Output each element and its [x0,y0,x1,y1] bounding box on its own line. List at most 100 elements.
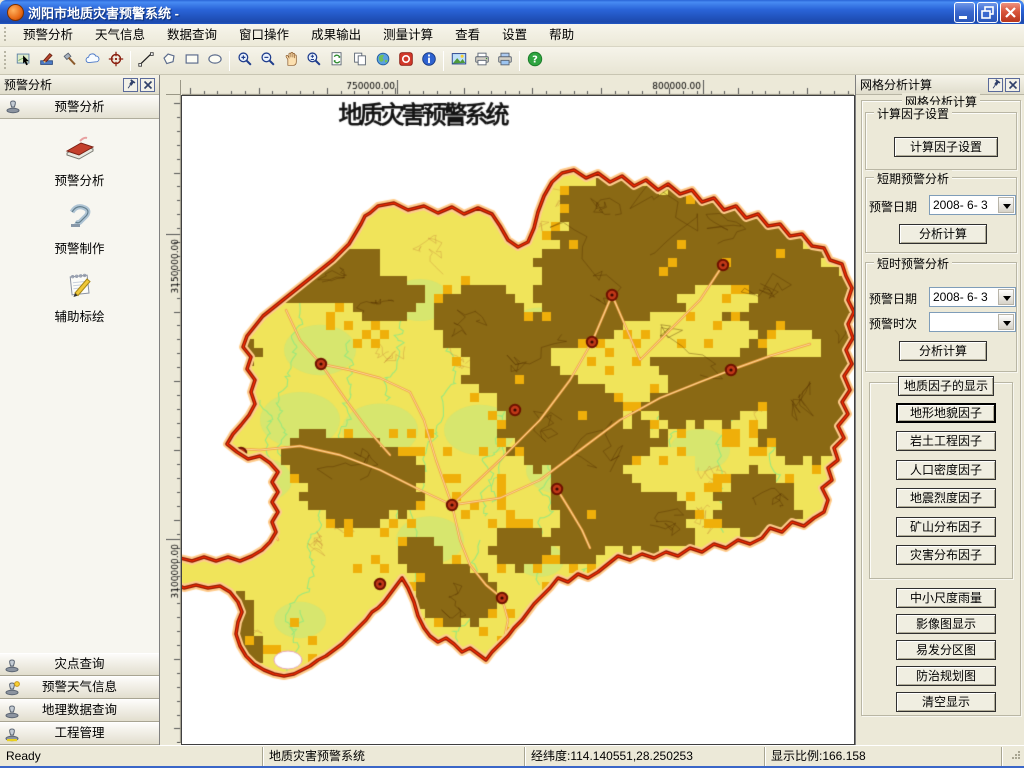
layout-brush-button[interactable] [35,49,58,72]
menu-item-5[interactable]: 成果输出 [300,24,372,46]
restore-button[interactable] [977,2,998,23]
close-button[interactable] [1000,2,1021,23]
extra-button-1[interactable]: 中小尺度雨量 [896,588,996,608]
refresh-view-icon [328,50,346,71]
left-section-bar-1[interactable]: 灾点查询 [0,653,159,676]
factor-button-1[interactable]: 地形地貌因子 [896,403,996,423]
draw-line-button[interactable] [134,49,157,72]
chevron-down-icon[interactable] [998,289,1014,305]
left-tool-label: 预警制作 [0,238,159,257]
zoom-extent-button[interactable] [302,49,325,72]
zoom-extent-icon [305,50,323,71]
status-section-4: 显示比例:166.158 [765,747,1002,766]
right-panel-pin-button[interactable] [988,78,1003,92]
menu-item-9[interactable]: 帮助 [538,24,585,46]
toolbar-grip[interactable] [3,51,8,70]
export-image-icon [450,50,468,71]
title-bar[interactable]: 浏阳市地质灾害预警系统 - [0,0,1024,24]
left-section-label: 预警天气信息 [0,677,159,698]
right-panel-header: 网格分析计算 [856,75,1024,95]
zoom-in-button[interactable] [233,49,256,72]
nowcast-date-value: 2008- 6- 3 [933,290,988,304]
left-tool-aux-draw[interactable]: 辅助标绘 [0,267,159,325]
aux-draw-icon [63,267,97,304]
left-panel-close-button[interactable] [140,78,155,92]
nowcast-date-combo[interactable]: 2008- 6- 3 [929,287,1016,307]
hammer-tool-icon [61,50,79,71]
left-tool-label: 辅助标绘 [0,306,159,325]
map-canvas[interactable] [182,96,854,744]
menu-item-1[interactable]: 预警分析 [12,24,84,46]
menu-grip[interactable] [3,27,8,42]
export-image-button[interactable] [447,49,470,72]
hammer-tool-button[interactable] [58,49,81,72]
extra-button-4[interactable]: 防治规划图 [896,666,996,686]
menu-item-7[interactable]: 查看 [444,24,491,46]
left-panel-section-title: 预警分析 [0,95,159,119]
pan-hand-icon [282,50,300,71]
draw-ellipse-button[interactable] [203,49,226,72]
extra-button-3[interactable]: 易发分区图 [896,640,996,660]
factor-setting-button[interactable]: 计算因子设置 [894,137,998,157]
stop-record-button[interactable] [394,49,417,72]
factor-button-6[interactable]: 灾害分布因子 [896,545,996,565]
nowcast-run-button[interactable]: 分析计算 [899,341,987,361]
nowcast-period-combo[interactable] [929,312,1016,332]
info-about-button[interactable] [417,49,440,72]
refresh-view-button[interactable] [325,49,348,72]
print-preview-button[interactable] [493,49,516,72]
zoom-out-button[interactable] [256,49,279,72]
menu-item-8[interactable]: 设置 [491,24,538,46]
vertical-ruler [166,95,181,743]
globe-view-button[interactable] [371,49,394,72]
print-button[interactable] [470,49,493,72]
extra-button-5[interactable]: 清空显示 [896,692,996,712]
left-tool-alarm-book[interactable]: 预警分析 [0,131,159,189]
menu-item-4[interactable]: 窗口操作 [228,24,300,46]
factor-button-4[interactable]: 地震烈度因子 [896,488,996,508]
zoom-out-icon [259,50,277,71]
help-button[interactable]: ? [523,49,546,72]
resize-grip[interactable] [1009,748,1022,764]
extra-button-2[interactable]: 影像图显示 [896,614,996,634]
menu-item-6[interactable]: 测量计算 [372,24,444,46]
left-panel-pin-button[interactable] [123,78,138,92]
short-term-date-combo[interactable]: 2008- 6- 3 [929,195,1016,215]
left-section-label: 工程管理 [0,723,159,744]
chevron-down-icon[interactable] [998,314,1014,330]
status-section-2: 地质灾害预警系统 [263,747,525,766]
factor-button-3[interactable]: 人口密度因子 [896,460,996,480]
left-panel-title: 预警分析 [4,76,121,93]
toolbar-separator [229,51,230,71]
left-panel-section-bar[interactable]: 预警分析 [0,95,159,119]
project-icon [4,726,20,745]
left-section-bar-2[interactable]: 预警天气信息 [0,676,159,699]
menu-item-3[interactable]: 数据查询 [156,24,228,46]
draw-rect-button[interactable] [180,49,203,72]
factor-button-5[interactable]: 矿山分布因子 [896,517,996,537]
left-section-bar-3[interactable]: 地理数据查询 [0,699,159,722]
toolbar-separator [519,51,520,71]
chevron-down-icon[interactable] [998,197,1014,213]
pan-hand-button[interactable] [279,49,302,72]
app-logo-icon [7,4,24,21]
toolbar: ? [0,47,1024,75]
factor-button-2[interactable]: 岩土工程因子 [896,431,996,451]
left-panel-header: 预警分析 [0,75,159,95]
cloud-tool-button[interactable] [81,49,104,72]
short-term-run-button[interactable]: 分析计算 [899,224,987,244]
map-select-button[interactable] [12,49,35,72]
factor-display-header-button[interactable]: 地质因子的显示 [898,376,994,396]
left-section-bar-4[interactable]: 工程管理 [0,722,159,745]
stamp-icon [4,703,20,722]
draw-polygon-icon [160,50,178,71]
menu-item-2[interactable]: 天气信息 [84,24,156,46]
minimize-button[interactable] [954,2,975,23]
draw-polygon-button[interactable] [157,49,180,72]
alarm-make-icon [63,199,97,236]
right-panel-close-button[interactable] [1005,78,1020,92]
locate-crosshair-button[interactable] [104,49,127,72]
left-tool-alarm-make[interactable]: 预警制作 [0,199,159,257]
map-frame [181,95,855,745]
copy-view-button[interactable] [348,49,371,72]
